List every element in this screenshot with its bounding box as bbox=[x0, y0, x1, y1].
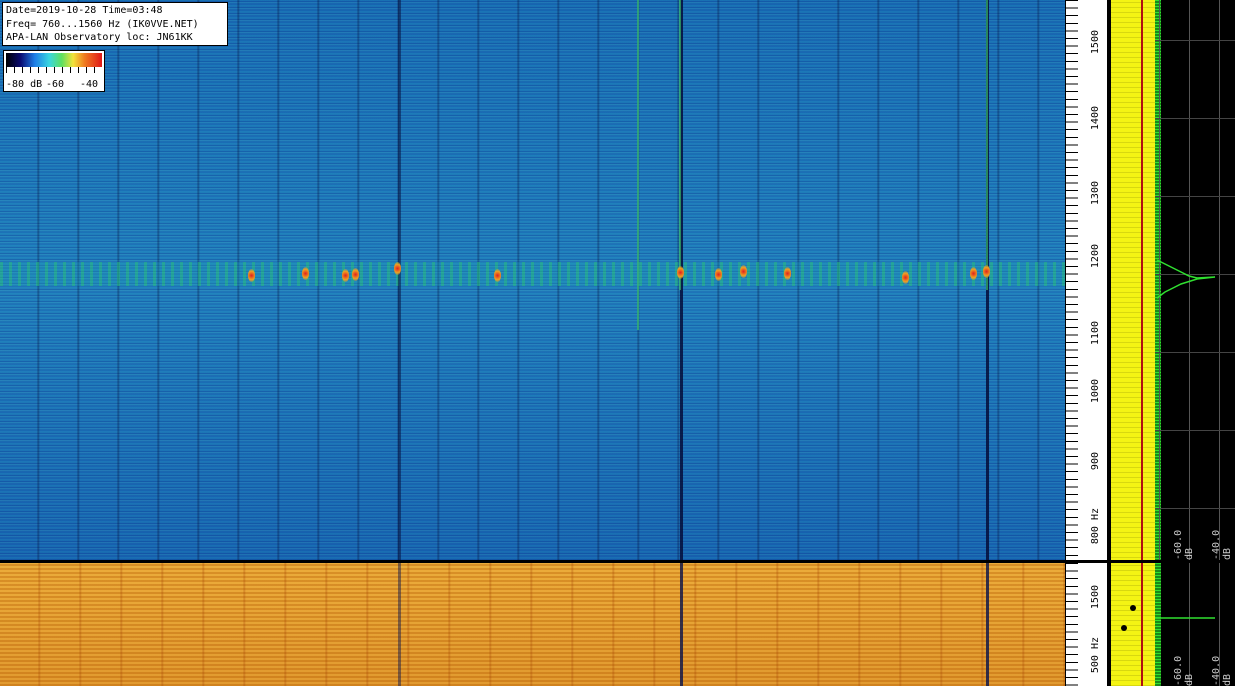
average-spectrum bbox=[1111, 0, 1155, 560]
freq-label: 1100 bbox=[1090, 321, 1101, 346]
db-label: -40.0 dB bbox=[1211, 529, 1233, 560]
interference-line bbox=[986, 563, 989, 686]
marker-dot bbox=[1121, 625, 1127, 631]
freq-label: 1200 bbox=[1090, 244, 1101, 269]
meteor-echo bbox=[740, 265, 747, 278]
grid-line bbox=[1155, 196, 1235, 197]
scale-label-mid: -60 bbox=[46, 79, 65, 90]
grid-line bbox=[1155, 430, 1235, 431]
meteor-echo bbox=[902, 271, 909, 284]
axis-ticks bbox=[1066, 0, 1078, 560]
scale-label-max: -40 bbox=[80, 79, 99, 90]
spectrum-panel: -60.0 dB -40.0 dB bbox=[1107, 0, 1235, 560]
freq-label: 1000 bbox=[1090, 379, 1101, 404]
color-scale-ticks bbox=[6, 67, 102, 73]
scale-label-min: -80 dB bbox=[6, 79, 43, 90]
color-scale-legend: -80 dB -60 -40 bbox=[3, 50, 105, 92]
interference-line bbox=[680, 563, 683, 686]
meteor-echo bbox=[715, 268, 722, 281]
meteor-echo bbox=[302, 267, 309, 280]
grid-line bbox=[1155, 508, 1235, 509]
main-waterfall: Date=2019-10-28 Time=03:48 Freq= 760...1… bbox=[0, 0, 1065, 560]
threshold-line bbox=[1141, 563, 1143, 686]
db-label: -40.0 dB bbox=[1211, 655, 1233, 686]
wideband-frequency-axis: 1500 500 Hz bbox=[1065, 563, 1107, 686]
color-scale-bar bbox=[6, 53, 102, 67]
freq-label: 1500 bbox=[1090, 30, 1101, 55]
freq-label: 1400 bbox=[1090, 106, 1101, 131]
frequency-axis: 1500 1400 1300 1200 1100 1000 900 800 Hz bbox=[1065, 0, 1107, 560]
freq-label: 500 Hz bbox=[1090, 637, 1101, 674]
info-frequency: Freq= 760...1560 Hz (IK0VVE.NET) bbox=[6, 18, 199, 30]
meteor-echo bbox=[494, 269, 501, 282]
interference-line bbox=[398, 563, 401, 686]
grid-line bbox=[1155, 352, 1235, 353]
freq-label: 800 Hz bbox=[1090, 508, 1101, 545]
info-box: Date=2019-10-28 Time=03:48 Freq= 760...1… bbox=[2, 2, 228, 46]
db-label: -60.0 dB bbox=[1173, 529, 1195, 560]
interference-line bbox=[398, 0, 401, 560]
info-location: APA-LAN Observatory loc: JN61KK bbox=[6, 32, 193, 43]
meteor-echo bbox=[677, 266, 684, 279]
meteor-echo bbox=[352, 268, 359, 281]
freq-label: 900 bbox=[1090, 452, 1101, 471]
meteor-trace bbox=[637, 0, 639, 330]
meteor-echo bbox=[970, 267, 977, 280]
meteor-trace bbox=[679, 0, 681, 290]
grid-line bbox=[1155, 118, 1235, 119]
info-date-time: Date=2019-10-28 Time=03:48 bbox=[6, 5, 163, 16]
peak-spike bbox=[1156, 259, 1216, 299]
peak-spike bbox=[1155, 617, 1215, 619]
wideband-spectrum-panel: -60.0 dB -40.0 dB bbox=[1107, 563, 1235, 686]
meteor-echo bbox=[248, 269, 255, 282]
marker-dot bbox=[1130, 605, 1136, 611]
freq-label: 1300 bbox=[1090, 181, 1101, 206]
freq-label: 1500 bbox=[1090, 585, 1101, 610]
db-label: -60.0 dB bbox=[1173, 655, 1195, 686]
axis-ticks bbox=[1066, 563, 1078, 686]
grid-line bbox=[1155, 40, 1235, 41]
meteor-trace bbox=[986, 0, 988, 290]
spectrogram-viewer: Date=2019-10-28 Time=03:48 Freq= 760...1… bbox=[0, 0, 1235, 686]
meteor-echo bbox=[784, 267, 791, 280]
meteor-echo bbox=[342, 269, 349, 282]
average-spectrum bbox=[1111, 563, 1155, 686]
peak-spectrum bbox=[1155, 563, 1161, 686]
meteor-echo bbox=[394, 262, 401, 275]
threshold-line bbox=[1141, 0, 1143, 560]
wideband-waterfall bbox=[0, 563, 1065, 686]
meteor-echo bbox=[983, 265, 990, 278]
